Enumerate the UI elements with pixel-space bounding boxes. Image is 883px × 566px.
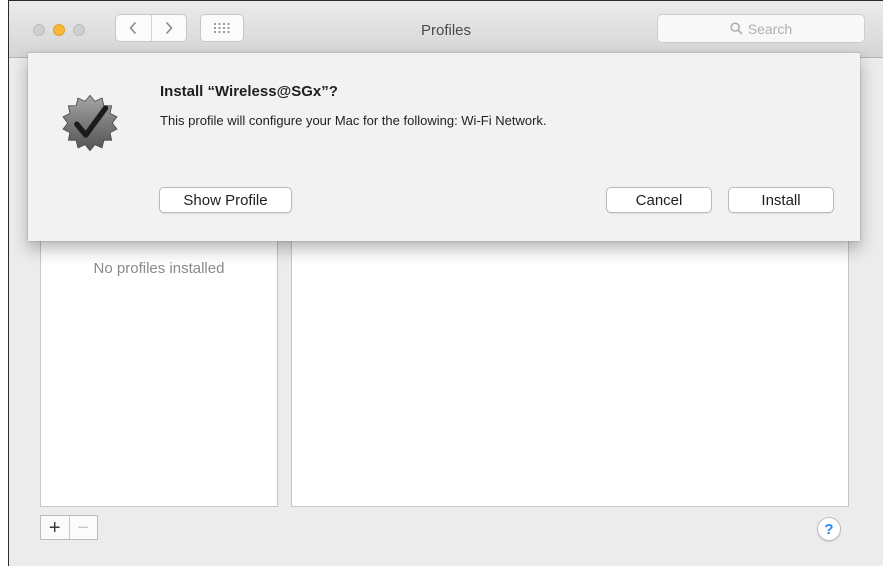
empty-list-message: No profiles installed [93, 260, 225, 277]
title-bar: Profiles Search [9, 1, 883, 58]
add-profile-button[interactable]: + [41, 516, 69, 539]
install-profile-dialog: Install “Wireless@SGx”? This profile wil… [28, 53, 860, 241]
search-icon [730, 22, 743, 35]
show-profile-button[interactable]: Show Profile [159, 187, 292, 213]
install-button[interactable]: Install [728, 187, 834, 213]
verified-checkmark-badge-icon [62, 94, 118, 152]
search-field[interactable]: Search [657, 14, 865, 43]
add-remove-control: + − [40, 515, 98, 540]
system-preferences-window: Profiles Search No profiles installed + … [8, 0, 883, 566]
help-button[interactable]: ? [817, 517, 841, 541]
search-placeholder: Search [747, 20, 793, 37]
profile-details-pane [291, 237, 849, 507]
dialog-title: Install “Wireless@SGx”? [160, 83, 338, 100]
profiles-list[interactable]: No profiles installed [40, 237, 278, 507]
dialog-message: This profile will configure your Mac for… [160, 113, 547, 128]
cancel-button[interactable]: Cancel [606, 187, 712, 213]
remove-profile-button[interactable]: − [68, 516, 98, 539]
